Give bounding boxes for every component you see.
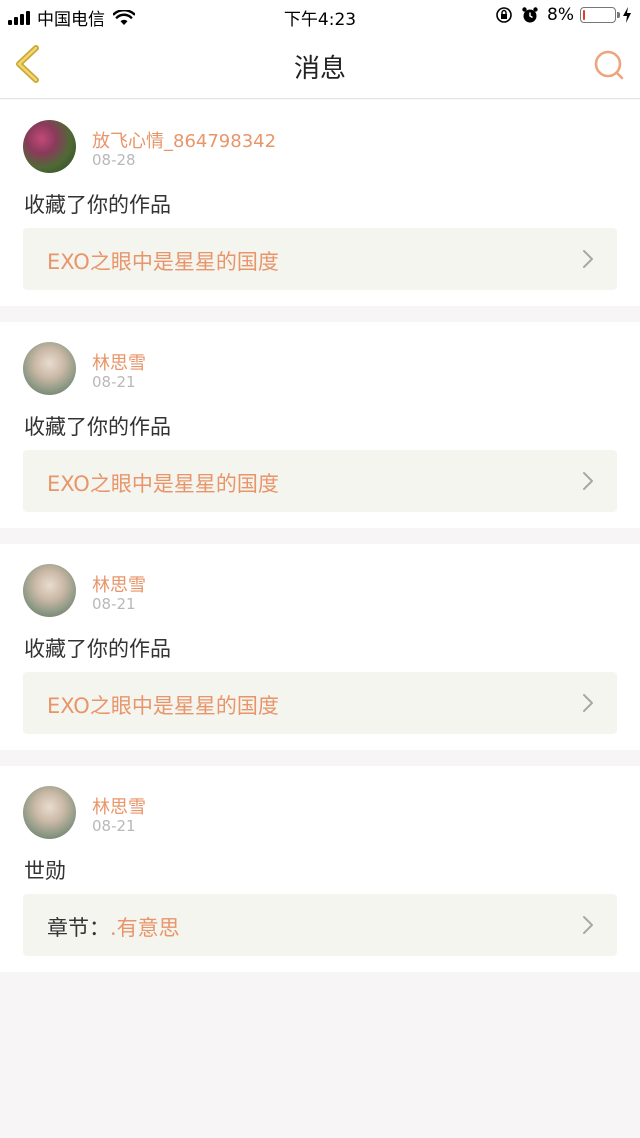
search-button[interactable] [592, 48, 626, 82]
message-date: 08-21 [92, 595, 136, 613]
avatar[interactable] [23, 564, 76, 617]
message-card: 林思雪 08-21 收藏了你的作品 EXO之眼中是星星的国度 [0, 544, 640, 750]
message-card: 林思雪 08-21 世勋 章节：.有意思 [0, 766, 640, 972]
avatar[interactable] [23, 120, 76, 173]
username[interactable]: 林思雪 [92, 571, 146, 597]
message-action: 世勋 [24, 859, 66, 883]
message-card: 放飞心情_864798342 08-28 收藏了你的作品 EXO之眼中是星星的国… [0, 100, 640, 306]
nav-bar: 消息 [0, 32, 640, 99]
work-title-text: EXO之眼中是星星的国度 [47, 694, 279, 718]
message-action: 收藏了你的作品 [24, 415, 171, 439]
avatar[interactable] [23, 786, 76, 839]
work-title: EXO之眼中是星星的国度 [47, 246, 279, 276]
status-right: 8% [495, 5, 632, 25]
avatar[interactable] [23, 342, 76, 395]
message-date: 08-21 [92, 817, 136, 835]
chevron-right-icon [583, 694, 593, 712]
username[interactable]: 林思雪 [92, 349, 146, 375]
message-action: 收藏了你的作品 [24, 193, 171, 217]
chapter-title-text: .有意思 [110, 916, 180, 940]
alarm-icon [522, 7, 538, 23]
status-bar: 中国电信 下午4:23 8% [0, 0, 640, 32]
chevron-right-icon [583, 916, 593, 934]
charging-bolt-icon [623, 7, 631, 23]
message-date: 08-21 [92, 373, 136, 391]
work-title: EXO之眼中是星星的国度 [47, 690, 279, 720]
battery-fill [583, 10, 585, 20]
work-title: EXO之眼中是星星的国度 [47, 468, 279, 498]
chapter-link[interactable]: 章节：.有意思 [23, 894, 617, 956]
username[interactable]: 林思雪 [92, 793, 146, 819]
message-action: 收藏了你的作品 [24, 637, 171, 661]
orientation-lock-icon [496, 7, 512, 23]
battery-percent: 8% [547, 5, 574, 25]
message-card: 林思雪 08-21 收藏了你的作品 EXO之眼中是星星的国度 [0, 322, 640, 528]
battery-icon [580, 7, 620, 23]
chevron-right-icon [583, 472, 593, 490]
search-icon [594, 50, 624, 80]
chapter-prefix: 章节： [47, 916, 110, 940]
work-link[interactable]: EXO之眼中是星星的国度 [23, 672, 617, 734]
work-link[interactable]: EXO之眼中是星星的国度 [23, 228, 617, 290]
work-link[interactable]: EXO之眼中是星星的国度 [23, 450, 617, 512]
page-title: 消息 [293, 54, 346, 84]
username[interactable]: 放飞心情_864798342 [92, 127, 276, 153]
chapter-title: 章节：.有意思 [47, 912, 180, 942]
work-title-text: EXO之眼中是星星的国度 [47, 472, 279, 496]
message-date: 08-28 [92, 151, 136, 169]
chevron-right-icon [583, 250, 593, 268]
work-title-text: EXO之眼中是星星的国度 [47, 250, 279, 274]
